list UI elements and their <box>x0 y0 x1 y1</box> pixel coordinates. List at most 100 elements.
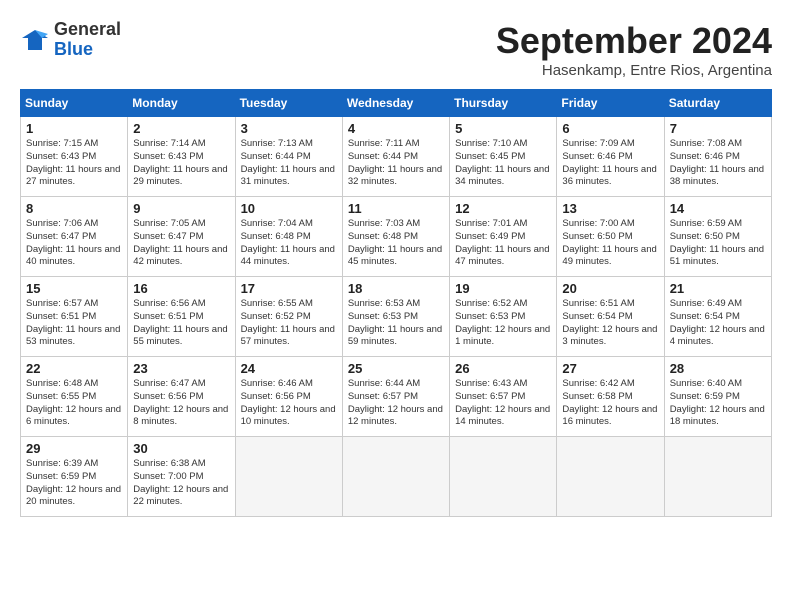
cell-info: Sunrise: 7:04 AM Sunset: 6:48 PM Dayligh… <box>241 218 337 269</box>
calendar-cell: 10 Sunrise: 7:04 AM Sunset: 6:48 PM Dayli… <box>235 197 342 277</box>
day-number: 13 <box>562 201 658 216</box>
calendar-cell <box>557 437 664 517</box>
calendar-cell <box>235 437 342 517</box>
cell-info: Sunrise: 7:01 AM Sunset: 6:49 PM Dayligh… <box>455 218 551 269</box>
calendar-cell <box>450 437 557 517</box>
cell-info: Sunrise: 6:47 AM Sunset: 6:56 PM Dayligh… <box>133 378 229 429</box>
cell-info: Sunrise: 6:43 AM Sunset: 6:57 PM Dayligh… <box>455 378 551 429</box>
calendar-cell: 12Sunrise: 7:01 AM Sunset: 6:49 PM Dayli… <box>450 197 557 277</box>
day-number: 3 <box>241 121 337 136</box>
calendar-cell: 2 Sunrise: 7:14 AM Sunset: 6:43 PM Daylig… <box>128 117 235 197</box>
calendar-cell: 5Sunrise: 7:10 AM Sunset: 6:45 PM Daylig… <box>450 117 557 197</box>
cell-info: Sunrise: 7:05 AM Sunset: 6:47 PM Dayligh… <box>133 218 229 269</box>
day-number: 10 <box>241 201 337 216</box>
calendar-cell <box>342 437 449 517</box>
day-number: 22 <box>26 361 122 376</box>
day-number: 19 <box>455 281 551 296</box>
day-number: 18 <box>348 281 444 296</box>
col-header-friday: Friday <box>557 90 664 117</box>
week-row-3: 22 Sunrise: 6:48 AM Sunset: 6:55 PM Dayli… <box>21 357 772 437</box>
title-block: September 2024 Hasenkamp, Entre Rios, Ar… <box>496 20 772 79</box>
calendar-cell: 9 Sunrise: 7:05 AM Sunset: 6:47 PM Daylig… <box>128 197 235 277</box>
logo-general: General <box>54 19 121 39</box>
day-number: 30 <box>133 441 229 456</box>
calendar-cell: 7 Sunrise: 7:08 AM Sunset: 6:46 PM Daylig… <box>664 117 771 197</box>
calendar-cell: 28 Sunrise: 6:40 AM Sunset: 6:59 PM Dayli… <box>664 357 771 437</box>
day-number: 1 <box>26 121 122 136</box>
calendar-cell: 3 Sunrise: 7:13 AM Sunset: 6:44 PM Daylig… <box>235 117 342 197</box>
cell-info: Sunrise: 6:59 AM Sunset: 6:50 PM Dayligh… <box>670 218 766 269</box>
day-number: 11 <box>348 201 444 216</box>
cell-info: Sunrise: 6:52 AM Sunset: 6:53 PM Dayligh… <box>455 298 551 349</box>
week-row-1: 8Sunrise: 7:06 AM Sunset: 6:47 PM Daylig… <box>21 197 772 277</box>
calendar-table: SundayMondayTuesdayWednesdayThursdayFrid… <box>20 89 772 517</box>
calendar-cell: 18 Sunrise: 6:53 AM Sunset: 6:53 PM Dayli… <box>342 277 449 357</box>
day-number: 17 <box>241 281 337 296</box>
day-number: 4 <box>348 121 444 136</box>
cell-info: Sunrise: 6:49 AM Sunset: 6:54 PM Dayligh… <box>670 298 766 349</box>
calendar-cell: 25Sunrise: 6:44 AM Sunset: 6:57 PM Dayli… <box>342 357 449 437</box>
cell-info: Sunrise: 7:13 AM Sunset: 6:44 PM Dayligh… <box>241 138 337 189</box>
cell-info: Sunrise: 7:03 AM Sunset: 6:48 PM Dayligh… <box>348 218 444 269</box>
day-number: 29 <box>26 441 122 456</box>
col-header-thursday: Thursday <box>450 90 557 117</box>
calendar-cell: 26Sunrise: 6:43 AM Sunset: 6:57 PM Dayli… <box>450 357 557 437</box>
calendar-cell: 17 Sunrise: 6:55 AM Sunset: 6:52 PM Dayli… <box>235 277 342 357</box>
day-number: 7 <box>670 121 766 136</box>
col-header-sunday: Sunday <box>21 90 128 117</box>
cell-info: Sunrise: 6:46 AM Sunset: 6:56 PM Dayligh… <box>241 378 337 429</box>
week-row-2: 15Sunrise: 6:57 AM Sunset: 6:51 PM Dayli… <box>21 277 772 357</box>
logo-blue: Blue <box>54 39 93 59</box>
calendar-cell: 11 Sunrise: 7:03 AM Sunset: 6:48 PM Dayli… <box>342 197 449 277</box>
cell-info: Sunrise: 6:56 AM Sunset: 6:51 PM Dayligh… <box>133 298 229 349</box>
day-number: 9 <box>133 201 229 216</box>
calendar-cell: 13 Sunrise: 7:00 AM Sunset: 6:50 PM Dayli… <box>557 197 664 277</box>
day-number: 5 <box>455 121 551 136</box>
calendar-cell: 14 Sunrise: 6:59 AM Sunset: 6:50 PM Dayli… <box>664 197 771 277</box>
cell-info: Sunrise: 6:53 AM Sunset: 6:53 PM Dayligh… <box>348 298 444 349</box>
week-row-4: 29 Sunrise: 6:39 AM Sunset: 6:59 PM Dayli… <box>21 437 772 517</box>
day-number: 20 <box>562 281 658 296</box>
logo-text: General Blue <box>54 20 121 60</box>
header-row: SundayMondayTuesdayWednesdayThursdayFrid… <box>21 90 772 117</box>
logo-icon <box>20 28 50 52</box>
calendar-cell: 30Sunrise: 6:38 AM Sunset: 7:00 PM Dayli… <box>128 437 235 517</box>
calendar-cell: 1 Sunrise: 7:15 AM Sunset: 6:43 PM Daylig… <box>21 117 128 197</box>
day-number: 23 <box>133 361 229 376</box>
day-number: 14 <box>670 201 766 216</box>
cell-info: Sunrise: 7:08 AM Sunset: 6:46 PM Dayligh… <box>670 138 766 189</box>
cell-info: Sunrise: 6:48 AM Sunset: 6:55 PM Dayligh… <box>26 378 122 429</box>
day-number: 6 <box>562 121 658 136</box>
calendar-cell: 19 Sunrise: 6:52 AM Sunset: 6:53 PM Dayli… <box>450 277 557 357</box>
calendar-cell <box>664 437 771 517</box>
cell-info: Sunrise: 6:39 AM Sunset: 6:59 PM Dayligh… <box>26 458 122 509</box>
day-number: 24 <box>241 361 337 376</box>
cell-info: Sunrise: 7:11 AM Sunset: 6:44 PM Dayligh… <box>348 138 444 189</box>
day-number: 15 <box>26 281 122 296</box>
cell-info: Sunrise: 6:55 AM Sunset: 6:52 PM Dayligh… <box>241 298 337 349</box>
cell-info: Sunrise: 6:42 AM Sunset: 6:58 PM Dayligh… <box>562 378 658 429</box>
cell-info: Sunrise: 7:14 AM Sunset: 6:43 PM Dayligh… <box>133 138 229 189</box>
day-number: 25 <box>348 361 444 376</box>
day-number: 28 <box>670 361 766 376</box>
col-header-saturday: Saturday <box>664 90 771 117</box>
day-number: 2 <box>133 121 229 136</box>
cell-info: Sunrise: 7:06 AM Sunset: 6:47 PM Dayligh… <box>26 218 122 269</box>
calendar-cell: 4 Sunrise: 7:11 AM Sunset: 6:44 PM Daylig… <box>342 117 449 197</box>
week-row-0: 1 Sunrise: 7:15 AM Sunset: 6:43 PM Daylig… <box>21 117 772 197</box>
col-header-monday: Monday <box>128 90 235 117</box>
cell-info: Sunrise: 7:15 AM Sunset: 6:43 PM Dayligh… <box>26 138 122 189</box>
col-header-wednesday: Wednesday <box>342 90 449 117</box>
cell-info: Sunrise: 7:00 AM Sunset: 6:50 PM Dayligh… <box>562 218 658 269</box>
calendar-cell: 6 Sunrise: 7:09 AM Sunset: 6:46 PM Daylig… <box>557 117 664 197</box>
calendar-cell: 27Sunrise: 6:42 AM Sunset: 6:58 PM Dayli… <box>557 357 664 437</box>
location: Hasenkamp, Entre Rios, Argentina <box>496 62 772 79</box>
calendar-cell: 21Sunrise: 6:49 AM Sunset: 6:54 PM Dayli… <box>664 277 771 357</box>
calendar-cell: 16Sunrise: 6:56 AM Sunset: 6:51 PM Dayli… <box>128 277 235 357</box>
cell-info: Sunrise: 7:09 AM Sunset: 6:46 PM Dayligh… <box>562 138 658 189</box>
calendar-cell: 15Sunrise: 6:57 AM Sunset: 6:51 PM Dayli… <box>21 277 128 357</box>
calendar-cell: 20Sunrise: 6:51 AM Sunset: 6:54 PM Dayli… <box>557 277 664 357</box>
cell-info: Sunrise: 6:40 AM Sunset: 6:59 PM Dayligh… <box>670 378 766 429</box>
logo: General Blue <box>20 20 121 60</box>
page-header: General Blue September 2024 Hasenkamp, E… <box>20 20 772 79</box>
